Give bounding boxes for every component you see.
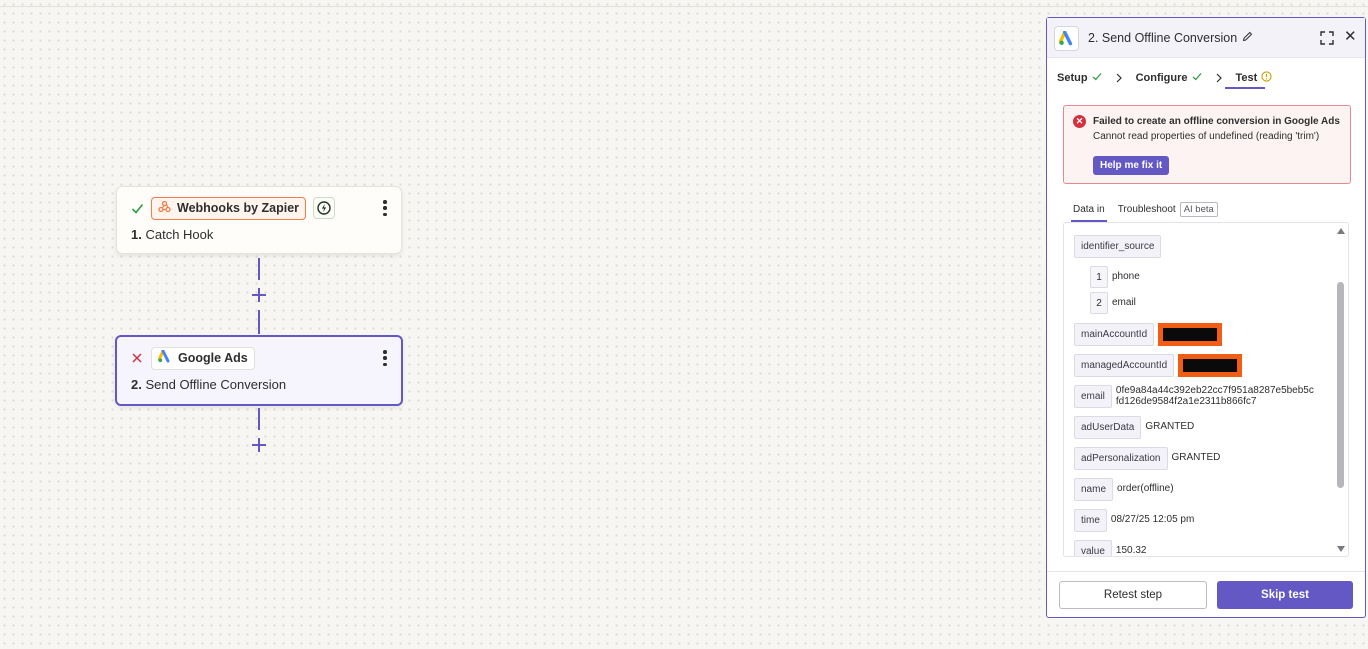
field-row: adPersonalization GRANTED xyxy=(1074,447,1220,470)
field-row: name order(offline) xyxy=(1074,478,1174,501)
field-value: GRANTED xyxy=(1145,421,1195,432)
bolt-icon[interactable] xyxy=(313,197,336,219)
tab-configure[interactable]: Configure xyxy=(1136,72,1202,84)
list-item: 1 phone xyxy=(1090,266,1140,288)
redacted-value xyxy=(1158,323,1223,346)
data-in-list[interactable]: identifier_source 1 phone 2 email mainAc… xyxy=(1063,222,1349,557)
field-key: value xyxy=(1074,540,1112,556)
step-1-title: 1. Catch Hook xyxy=(131,227,214,242)
panel-title[interactable]: 2. Send Offline Conversion xyxy=(1088,31,1253,45)
error-alert: ✕ Failed to create an offline conversion… xyxy=(1063,105,1351,184)
field-row: identifier_source xyxy=(1074,235,1162,258)
item-value: email xyxy=(1112,297,1136,308)
list-item: 2 email xyxy=(1090,292,1136,314)
close-icon[interactable]: ✕ xyxy=(1344,29,1357,45)
tab-setup[interactable]: Setup xyxy=(1057,72,1102,84)
tab-label: Setup xyxy=(1057,72,1088,84)
app-badge-label: Webhooks by Zapier xyxy=(177,201,300,215)
field-row: time 08/27/25 12:05 pm xyxy=(1074,509,1194,532)
skip-test-button[interactable]: Skip test xyxy=(1217,581,1353,609)
field-row: managedAccountId xyxy=(1074,354,1243,377)
active-tab-indicator xyxy=(1225,87,1265,89)
field-key: identifier_source xyxy=(1074,235,1162,258)
connector-line xyxy=(258,258,260,280)
field-key: email xyxy=(1074,385,1112,408)
add-step-plus-icon[interactable] xyxy=(252,288,266,302)
scrollbar-thumb[interactable] xyxy=(1337,282,1344,488)
chevron-right-icon xyxy=(1214,73,1224,83)
warning-icon xyxy=(1261,71,1272,85)
webhook-icon xyxy=(158,200,171,216)
field-value: 150.32 xyxy=(1115,545,1147,556)
field-value: GRANTED xyxy=(1171,452,1221,463)
panel-step-tabs: Setup Configure Test xyxy=(1057,67,1272,89)
app-badge-label: Google Ads xyxy=(178,351,248,365)
help-me-fix-it-button[interactable]: Help me fix it xyxy=(1093,156,1170,175)
chevron-right-icon xyxy=(1114,73,1124,83)
x-icon xyxy=(130,351,144,365)
field-value: order(offline) xyxy=(1117,483,1174,494)
redacted-value xyxy=(1178,354,1243,377)
field-row: mainAccountId xyxy=(1074,323,1223,346)
step-2-title: 2. Send Offline Conversion xyxy=(131,377,287,392)
item-index: 1 xyxy=(1090,266,1108,288)
connector-line xyxy=(258,408,260,430)
more-vertical-icon[interactable] xyxy=(383,200,387,216)
error-message: Cannot read properties of undefined (rea… xyxy=(1093,131,1320,142)
field-key: mainAccountId xyxy=(1074,323,1155,346)
field-key: adPersonalization xyxy=(1074,447,1168,470)
tab-troubleshoot[interactable]: Troubleshoot xyxy=(1118,204,1176,215)
more-vertical-icon[interactable] xyxy=(383,350,387,366)
tab-test[interactable]: Test xyxy=(1236,71,1273,85)
field-row: email 0fe9a84a44c392eb22cc7f951a8287e5be… xyxy=(1074,385,1324,408)
expand-icon[interactable] xyxy=(1320,31,1334,45)
app-badge-google-ads[interactable]: Google Ads xyxy=(151,346,255,370)
field-row: adUserData GRANTED xyxy=(1074,416,1194,439)
pencil-icon[interactable] xyxy=(1242,31,1253,45)
tab-data-in[interactable]: Data in xyxy=(1073,204,1105,215)
error-icon: ✕ xyxy=(1073,115,1086,128)
panel-header: 2. Send Offline Conversion ✕ xyxy=(1047,18,1365,58)
tab-label: Test xyxy=(1235,72,1258,84)
item-value: phone xyxy=(1112,271,1140,282)
step-detail-panel: 2. Send Offline Conversion ✕ Setup Confi… xyxy=(1046,17,1366,618)
scroll-down-arrow-icon[interactable] xyxy=(1337,546,1345,552)
scrollbar[interactable] xyxy=(1334,224,1348,555)
scroll-up-arrow-icon[interactable] xyxy=(1337,228,1345,234)
field-key: name xyxy=(1074,478,1114,501)
field-key: managedAccountId xyxy=(1074,354,1175,377)
retest-step-button[interactable]: Retest step xyxy=(1059,581,1207,609)
add-step-plus-icon[interactable] xyxy=(252,438,266,452)
data-tabs: Data in Troubleshoot AI beta xyxy=(1073,199,1218,219)
top-border xyxy=(0,6,1368,7)
ai-beta-badge: AI beta xyxy=(1179,201,1218,217)
field-key: adUserData xyxy=(1074,416,1142,439)
item-index: 2 xyxy=(1090,292,1108,314)
step-1-node[interactable]: Webhooks by Zapier 1. Catch Hook xyxy=(116,186,402,254)
google-ads-icon xyxy=(157,349,172,366)
field-row: value 150.32 xyxy=(1074,540,1147,556)
step-2-node[interactable]: Google Ads 2. Send Offline Conversion xyxy=(115,335,403,406)
tab-label: Configure xyxy=(1135,72,1188,84)
check-icon xyxy=(1192,72,1202,84)
field-key: time xyxy=(1074,509,1107,532)
field-value: 0fe9a84a44c392eb22cc7f951a8287e5beb5c fd… xyxy=(1115,385,1314,407)
app-badge-webhooks[interactable]: Webhooks by Zapier xyxy=(151,196,307,220)
field-value: 08/27/25 12:05 pm xyxy=(1110,514,1195,525)
error-title: Failed to create an offline conversion i… xyxy=(1093,116,1340,127)
connector-line xyxy=(258,310,260,334)
check-icon xyxy=(1092,72,1102,84)
step-1-header: Webhooks by Zapier xyxy=(130,196,336,220)
google-ads-icon xyxy=(1054,26,1079,51)
check-icon xyxy=(130,201,144,215)
step-2-header: Google Ads xyxy=(130,346,255,370)
footer-divider xyxy=(1047,571,1365,572)
